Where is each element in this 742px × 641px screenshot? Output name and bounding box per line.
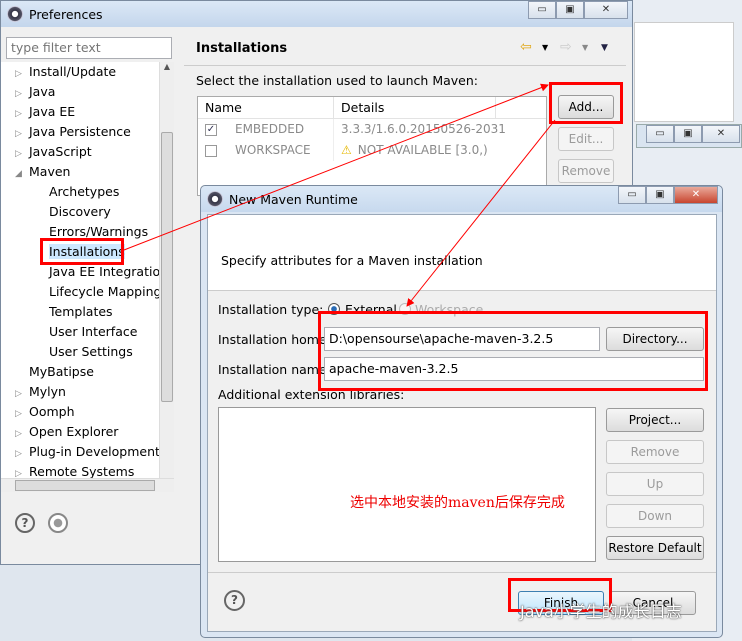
arrow-to-fields <box>406 119 556 307</box>
watermark: Java小学生的成长日志 <box>520 602 682 621</box>
arrow-to-add <box>123 83 549 251</box>
annotation-arrows <box>123 83 556 307</box>
